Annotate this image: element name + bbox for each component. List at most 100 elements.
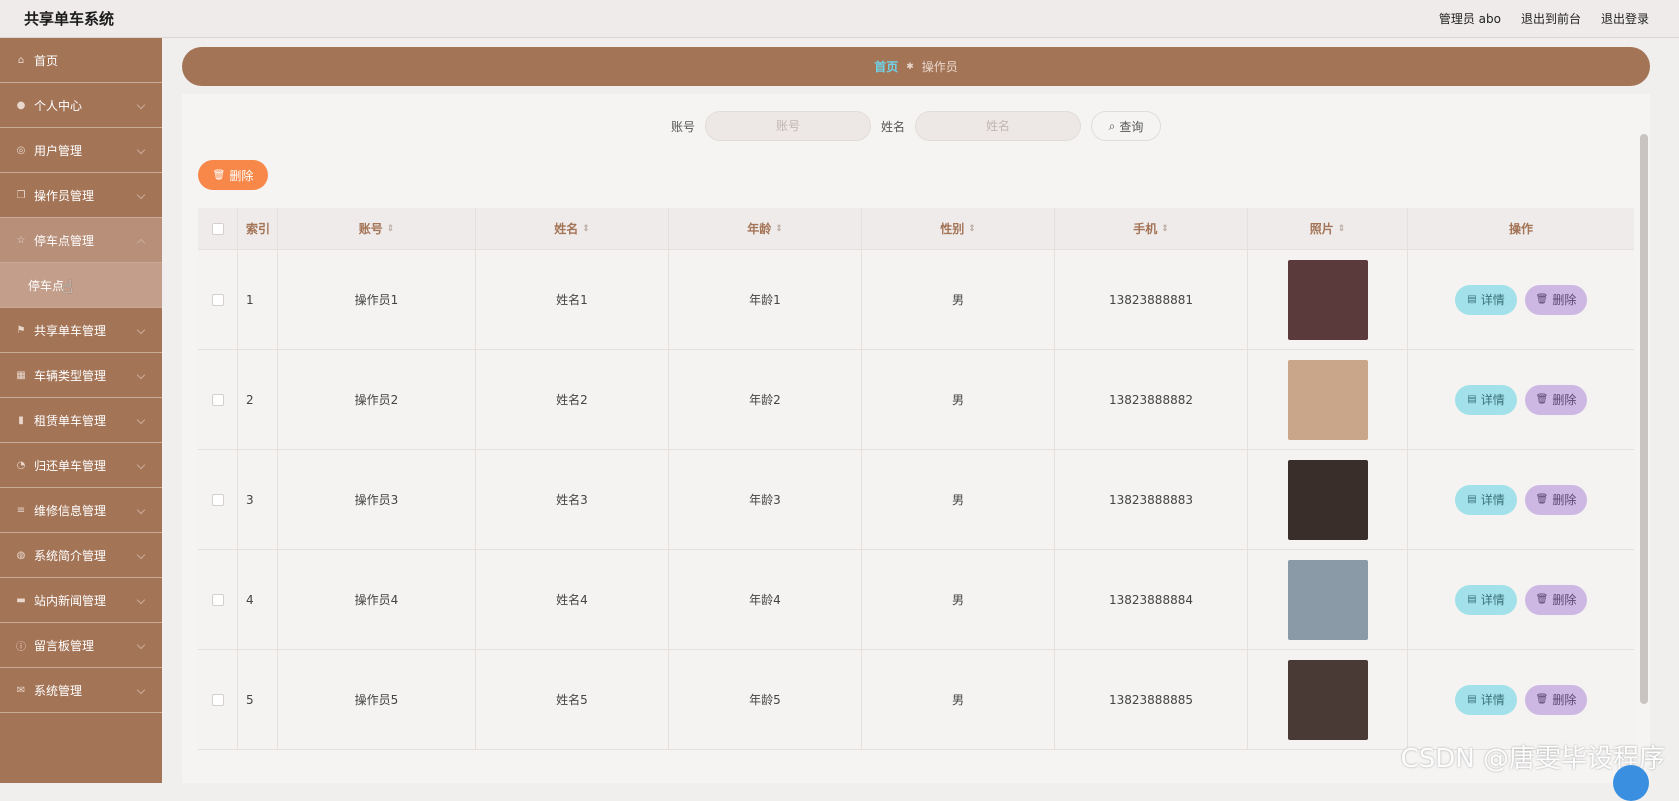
row-phone: 13823888884 — [1055, 550, 1248, 649]
sidebar-item-operator-management[interactable]: ❐ 操作员管理 — [0, 173, 162, 218]
home-icon: ⌂ — [15, 54, 27, 66]
row-checkbox[interactable] — [212, 294, 224, 306]
trash-icon: 🗑 — [1536, 394, 1549, 405]
sidebar-item-system-management[interactable]: ✉ 系统管理 — [0, 668, 162, 713]
detail-button-label: 详情 — [1481, 291, 1505, 308]
row-account: 操作员4 — [278, 550, 476, 649]
row-delete-button[interactable]: 🗑 删除 — [1525, 485, 1587, 515]
sort-icon[interactable]: ⇕ — [1338, 224, 1346, 234]
sort-icon[interactable]: ⇕ — [968, 224, 976, 234]
header-select-all[interactable] — [198, 208, 238, 249]
scrollbar[interactable] — [1640, 134, 1648, 704]
row-photo-cell — [1248, 350, 1408, 449]
chevron-down-icon — [137, 461, 145, 469]
table-row: 5 操作员5 姓名5 年龄5 男 13823888885 ▤ 详情 🗑 删除 — [198, 650, 1634, 750]
row-name: 姓名2 — [476, 350, 669, 449]
row-select-cell[interactable] — [198, 650, 238, 749]
sidebar-item-bike-management[interactable]: ⚑ 共享单车管理 — [0, 308, 162, 353]
row-delete-button[interactable]: 🗑 删除 — [1525, 285, 1587, 315]
detail-button[interactable]: ▤ 详情 — [1455, 585, 1517, 615]
query-button[interactable]: ⌕ 查询 — [1091, 111, 1161, 141]
trash-icon: 🗑 — [213, 170, 226, 181]
table-row: 1 操作员1 姓名1 年龄1 男 13823888881 ▤ 详情 🗑 删除 — [198, 250, 1634, 350]
row-checkbox[interactable] — [212, 394, 224, 406]
breadcrumb-home[interactable]: 首页 — [874, 58, 898, 75]
row-sex: 男 — [862, 450, 1055, 549]
sidebar-item-parking-management[interactable]: ☆ 停车点管理 — [0, 218, 162, 263]
sidebar-item-system-intro-management[interactable]: ◍ 系统简介管理 — [0, 533, 162, 578]
sidebar-item-repair-management[interactable]: ≡ 维修信息管理 — [0, 488, 162, 533]
info-icon: ⓘ — [15, 639, 27, 651]
logout-link[interactable]: 退出登录 — [1601, 10, 1649, 27]
sidebar-item-rental-management[interactable]: ▮ 租赁单车管理 — [0, 398, 162, 443]
table-row: 3 操作员3 姓名3 年龄3 男 13823888883 ▤ 详情 🗑 删除 — [198, 450, 1634, 550]
detail-button[interactable]: ▤ 详情 — [1455, 285, 1517, 315]
sidebar-item-home[interactable]: ⌂ 首页 — [0, 38, 162, 83]
row-checkbox[interactable] — [212, 594, 224, 606]
header-name[interactable]: 姓名⇕ — [476, 208, 669, 249]
exit-to-front-link[interactable]: 退出到前台 — [1521, 10, 1581, 27]
operator-photo[interactable] — [1288, 560, 1368, 640]
chevron-down-icon — [137, 326, 145, 334]
chevron-down-icon — [137, 686, 145, 694]
sort-icon[interactable]: ⇕ — [582, 224, 590, 234]
copy-icon: ❐ — [15, 189, 27, 201]
header-account[interactable]: 账号⇕ — [278, 208, 476, 249]
row-operations: ▤ 详情 🗑 删除 — [1408, 250, 1634, 349]
detail-button-label: 详情 — [1481, 691, 1505, 708]
header-sex[interactable]: 性别⇕ — [862, 208, 1055, 249]
row-index: 1 — [238, 250, 278, 349]
app-title: 共享单车系统 — [24, 8, 114, 29]
bar-chart-icon: ▮ — [15, 414, 27, 426]
operator-photo[interactable] — [1288, 460, 1368, 540]
floating-action-button[interactable] — [1613, 765, 1649, 801]
sidebar-item-vehicle-type-management[interactable]: ▦ 车辆类型管理 — [0, 353, 162, 398]
row-age: 年龄2 — [669, 350, 862, 449]
operator-photo[interactable] — [1288, 260, 1368, 340]
sort-icon[interactable]: ⇕ — [775, 224, 783, 234]
bulk-delete-label: 删除 — [229, 167, 253, 184]
row-phone: 13823888883 — [1055, 450, 1248, 549]
row-name: 姓名3 — [476, 450, 669, 549]
row-name: 姓名1 — [476, 250, 669, 349]
detail-button[interactable]: ▤ 详情 — [1455, 685, 1517, 715]
document-icon: ▤ — [1467, 294, 1476, 305]
operator-photo[interactable] — [1288, 360, 1368, 440]
sidebar-item-return-management[interactable]: ◔ 归还单车管理 — [0, 443, 162, 488]
header-operation-label: 操作 — [1509, 220, 1533, 237]
row-select-cell[interactable] — [198, 450, 238, 549]
bulk-delete-button[interactable]: 🗑 删除 — [198, 160, 268, 190]
header-photo[interactable]: 照片⇕ — [1248, 208, 1408, 249]
row-age: 年龄5 — [669, 650, 862, 749]
header-index-label: 索引 — [246, 220, 270, 237]
sort-icon[interactable]: ⇕ — [1161, 224, 1169, 234]
row-delete-button[interactable]: 🗑 删除 — [1525, 685, 1587, 715]
sidebar-item-user-management[interactable]: ◎ 用户管理 — [0, 128, 162, 173]
row-select-cell[interactable] — [198, 550, 238, 649]
sort-icon[interactable]: ⇕ — [387, 224, 395, 234]
header-phone-label: 手机 — [1133, 220, 1157, 237]
row-select-cell[interactable] — [198, 350, 238, 449]
row-select-cell[interactable] — [198, 250, 238, 349]
name-search-input[interactable] — [915, 111, 1081, 141]
header-phone[interactable]: 手机 ⇕ — [1055, 208, 1248, 249]
row-delete-button[interactable]: 🗑 删除 — [1525, 385, 1587, 415]
document-icon: ▤ — [1467, 594, 1476, 605]
sidebar-item-news-management[interactable]: ▬ 站内新闻管理 — [0, 578, 162, 623]
row-checkbox[interactable] — [212, 494, 224, 506]
row-operations: ▤ 详情 🗑 删除 — [1408, 550, 1634, 649]
sidebar-item-message-board-management[interactable]: ⓘ 留言板管理 — [0, 623, 162, 668]
select-all-checkbox[interactable] — [212, 223, 224, 235]
account-search-input[interactable] — [705, 111, 871, 141]
operator-photo[interactable] — [1288, 660, 1368, 740]
sidebar-item-personal-center[interactable]: ● 个人中心 — [0, 83, 162, 128]
detail-button[interactable]: ▤ 详情 — [1455, 385, 1517, 415]
row-checkbox[interactable] — [212, 694, 224, 706]
header-age[interactable]: 年龄⇕ — [669, 208, 862, 249]
trash-icon: 🗑 — [1536, 494, 1549, 505]
sidebar-item-label: 归还单车管理 — [34, 457, 106, 474]
sidebar-subitem-parking-point[interactable]: 停车点 ☝ — [0, 263, 162, 308]
sidebar-item-label: 共享单车管理 — [34, 322, 106, 339]
detail-button[interactable]: ▤ 详情 — [1455, 485, 1517, 515]
row-delete-button[interactable]: 🗑 删除 — [1525, 585, 1587, 615]
